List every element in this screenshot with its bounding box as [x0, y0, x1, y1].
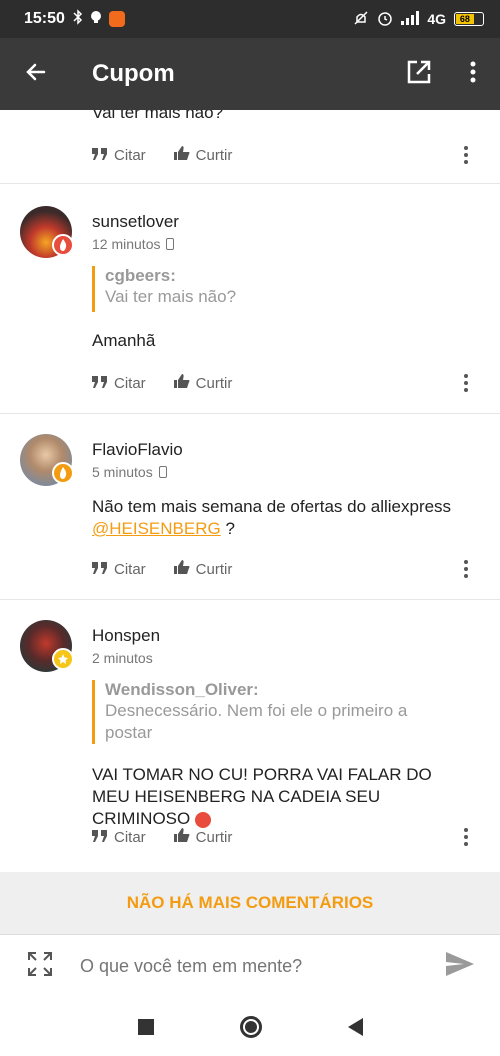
comment-time: 2 minutos [92, 650, 153, 666]
comment-input[interactable] [80, 956, 420, 977]
more-vert-icon [470, 61, 476, 88]
comment-time: 5 minutos [92, 464, 153, 480]
send-icon [446, 952, 474, 981]
open-external-icon [406, 59, 432, 90]
page-title: Cupom [92, 60, 175, 87]
expand-composer-button[interactable] [0, 951, 80, 982]
comment-username[interactable]: sunsetlover [92, 212, 179, 232]
quote-icon [92, 829, 108, 846]
thumbs-up-icon [173, 560, 190, 578]
comment-time: 12 minutos [92, 236, 161, 252]
quote-username: cgbeers: [105, 266, 176, 285]
quote-text: Desnecessário. Nem foi ele o primeiro a … [105, 701, 408, 742]
send-button[interactable] [420, 952, 500, 981]
quote-icon [92, 561, 108, 578]
thumbs-up-icon [173, 828, 190, 846]
quote-username: Wendisson_Oliver: [105, 680, 259, 699]
comment-more-button[interactable] [456, 822, 476, 852]
like-button[interactable]: Curtir [173, 560, 232, 578]
recent-apps-button[interactable] [137, 1019, 154, 1035]
comment-body: Amanhã [92, 331, 156, 350]
user-badge [52, 234, 74, 256]
battery-icon: 68 [454, 12, 484, 26]
quote-icon [92, 375, 108, 392]
mobile-icon [166, 238, 175, 250]
app-bar: Cupom [0, 38, 500, 110]
thumbs-up-icon [173, 146, 190, 164]
comment-more-button[interactable] [456, 368, 476, 398]
alarm-icon [377, 10, 393, 29]
like-button[interactable]: Curtir [173, 828, 232, 846]
cite-button[interactable]: Citar [92, 375, 146, 392]
quote-text: Vai ter mais não? [105, 287, 237, 306]
no-more-comments-banner: NÃO HÁ MAIS COMENTÁRIOS [0, 872, 500, 934]
status-time: 15:50 [24, 10, 65, 27]
back-button[interactable] [0, 38, 72, 110]
comment-item: Vai ter mais não? Citar Curtir [0, 110, 500, 184]
comments-feed[interactable]: Vai ter mais não? Citar Curtir sunsetlov… [0, 110, 500, 870]
comment-body: Vai ter mais não? [92, 110, 224, 122]
battery-level: 68 [456, 14, 474, 24]
quote-icon [92, 147, 108, 164]
like-button[interactable]: Curtir [173, 374, 232, 392]
user-badge [52, 648, 74, 670]
expand-icon [27, 951, 53, 982]
network-type: 4G [427, 11, 446, 27]
app-notification-icon [108, 11, 125, 27]
comment-item: sunsetlover 12 minutos cgbeers: Vai ter … [0, 184, 500, 414]
more-options-button[interactable] [446, 38, 500, 110]
comment-body: Não tem mais semana de ofertas do alliex… [92, 497, 452, 538]
mobile-icon [158, 466, 167, 478]
bluetooth-icon [73, 8, 83, 30]
thumbs-up-icon [173, 374, 190, 392]
comment-more-button[interactable] [456, 554, 476, 584]
comment-body: VAI TOMAR NO CU! PORRA VAI FALAR DO MEU … [92, 765, 432, 828]
quote-block: Wendisson_Oliver: Desnecessário. Nem foi… [92, 680, 432, 744]
comment-item: Honspen 2 minutos Wendisson_Oliver: Desn… [0, 600, 500, 870]
cite-button[interactable]: Citar [92, 561, 146, 578]
status-bar: 15:50 4G 68 [0, 0, 500, 38]
cite-button[interactable]: Citar [92, 147, 146, 164]
quote-block: cgbeers: Vai ter mais não? [92, 266, 236, 312]
back-arrow-icon [24, 60, 48, 89]
like-button[interactable]: Curtir [173, 146, 232, 164]
cite-button[interactable]: Citar [92, 829, 146, 846]
system-back-button[interactable] [347, 1018, 363, 1036]
home-button[interactable] [239, 1016, 262, 1038]
open-external-button[interactable] [392, 38, 446, 110]
mute-icon [353, 10, 369, 29]
comment-item: FlavioFlavio 5 minutos Não tem mais sema… [0, 414, 500, 600]
user-badge [52, 462, 74, 484]
comment-composer [0, 934, 500, 998]
mention-link[interactable]: @HEISENBERG [92, 519, 221, 538]
comment-more-button[interactable] [456, 140, 476, 170]
system-nav-bar [0, 998, 500, 1056]
comment-username[interactable]: Honspen [92, 626, 160, 646]
signal-icon [401, 10, 420, 28]
notification-icon [89, 10, 103, 29]
comment-username[interactable]: FlavioFlavio [92, 440, 183, 460]
